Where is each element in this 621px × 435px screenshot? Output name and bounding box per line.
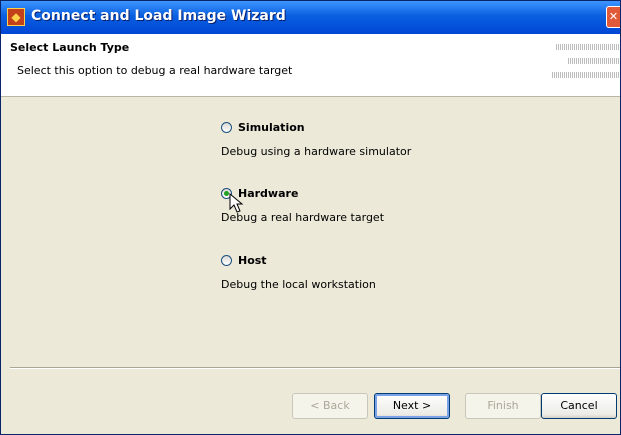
radio-simulation[interactable] (221, 122, 232, 133)
close-button[interactable]: ✕ (606, 6, 620, 28)
wizard-header: Select Launch Type Select this option to… (1, 34, 620, 97)
page-title: Select Launch Type (10, 41, 130, 54)
banner-graphic (552, 44, 620, 92)
option-label-host[interactable]: Host (238, 254, 267, 267)
finish-button[interactable]: Finish (465, 393, 541, 419)
window-title: Connect and Load Image Wizard (31, 8, 286, 24)
cancel-button[interactable]: Cancel (541, 393, 617, 419)
title-bar[interactable]: ◆ Connect and Load Image Wizard ✕ (1, 1, 620, 34)
footer-divider (10, 367, 620, 369)
next-button[interactable]: Next > (374, 393, 450, 419)
app-icon: ◆ (7, 8, 25, 26)
option-label-simulation[interactable]: Simulation (238, 121, 305, 134)
back-button[interactable]: < Back (292, 393, 368, 419)
page-description: Select this option to debug a real hardw… (17, 64, 293, 77)
option-desc-host: Debug the local workstation (221, 278, 376, 291)
options-panel (1, 97, 620, 367)
option-desc-simulation: Debug using a hardware simulator (221, 145, 412, 158)
mouse-cursor-icon (229, 193, 244, 213)
wizard-window: ◆ Connect and Load Image Wizard ✕ Select… (0, 0, 621, 435)
radio-host[interactable] (221, 255, 232, 266)
